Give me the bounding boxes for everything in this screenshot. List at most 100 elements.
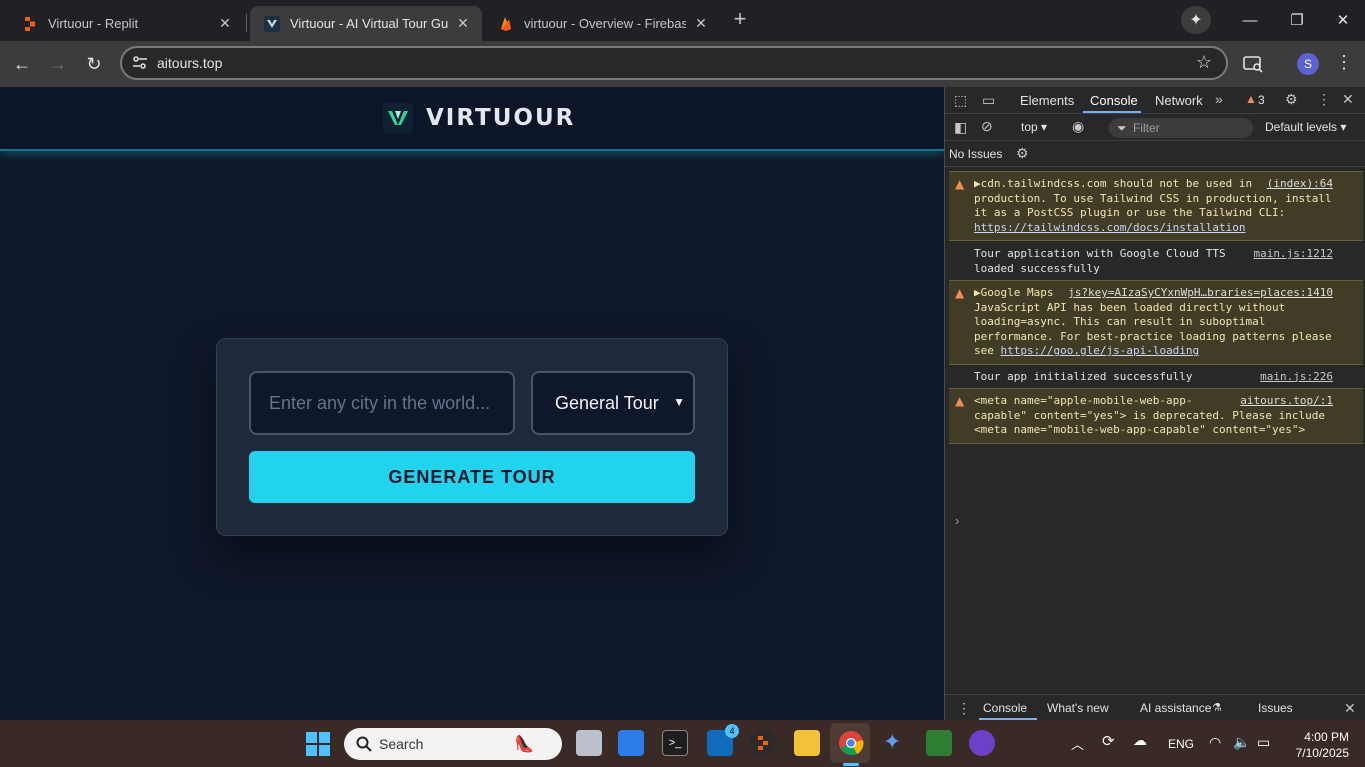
inspect-element-icon[interactable]: ⬚ [954, 92, 967, 109]
message-source-link[interactable]: main.js:226 [1260, 370, 1333, 385]
chrome-active-indicator [843, 763, 859, 766]
show-hidden-icons-chevron[interactable]: ︿ [1071, 734, 1084, 753]
replit-app-icon[interactable] [750, 730, 776, 756]
console-log-message[interactable]: main.js:226 Tour app initialized success… [949, 365, 1363, 389]
close-tab-icon[interactable]: ✕ [692, 15, 710, 33]
tab-replit[interactable]: Virtuour - Replit ✕ [8, 6, 244, 41]
devtools-menu-icon[interactable]: ⋮ [1317, 91, 1331, 108]
warning-triangle-icon: ▲ [955, 177, 965, 191]
profile-avatar[interactable]: S [1297, 53, 1319, 75]
tab-search-icon[interactable] [1242, 53, 1264, 75]
filter-placeholder: Filter [1133, 121, 1160, 135]
mail-app-icon[interactable]: 4 [707, 724, 739, 756]
console-warning-message[interactable]: ▲ aitours.top/:1 <meta name="apple-mobil… [949, 388, 1363, 444]
restore-icon[interactable]: ❐ [1282, 8, 1312, 32]
tab-separator [246, 14, 247, 32]
close-devtools-icon[interactable]: ✕ [1342, 91, 1354, 108]
clear-console-icon[interactable]: ⊘ [981, 118, 993, 135]
generate-tour-button[interactable]: GENERATE TOUR [249, 451, 695, 503]
drawer-tab-issues[interactable]: Issues [1258, 701, 1293, 715]
city-input[interactable] [249, 371, 515, 435]
console-filter-input[interactable]: ⏷ Filter [1109, 118, 1253, 138]
drawer-menu-icon[interactable]: ⋮ [957, 700, 971, 717]
web-page: VIRTUOUR General Tour ▼ GENERATE TOUR [0, 87, 944, 720]
battery-icon[interactable]: ▭ [1257, 734, 1270, 751]
warning-triangle-icon: ▲ [955, 286, 965, 300]
gemini-icon[interactable]: ✦ [883, 729, 901, 755]
clock-time: 4:00 PM [1304, 730, 1349, 744]
message-source-link[interactable]: (index):64 [1267, 177, 1333, 192]
message-link[interactable]: https://tailwindcss.com/docs/installatio… [974, 221, 1246, 234]
taskbar-clock[interactable]: 4:00 PM 7/10/2025 [1285, 729, 1349, 761]
close-window-icon[interactable]: ✕ [1328, 8, 1358, 32]
expand-arrow-icon[interactable]: ▶ [974, 177, 981, 190]
issues-bar: No Issues ⚙ [945, 141, 1365, 167]
file-explorer-icon[interactable] [794, 730, 820, 756]
reload-icon[interactable]: ↻ [82, 52, 106, 76]
message-source-link[interactable]: main.js:1212 [1254, 247, 1333, 262]
console-prompt-chevron-icon[interactable]: › [955, 513, 959, 528]
task-view-icon[interactable] [576, 730, 602, 756]
back-arrow-icon[interactable]: ← [10, 52, 34, 76]
github-desktop-icon[interactable] [969, 730, 995, 756]
firebase-icon [501, 16, 511, 31]
gemini-spark-icon[interactable]: ✦ [1181, 6, 1211, 34]
taskbar-search-box[interactable]: Search 👠 [344, 728, 562, 760]
tour-type-value: General Tour [555, 392, 659, 413]
console-settings-gear-icon[interactable]: ⚙ [1016, 145, 1029, 162]
expand-arrow-icon[interactable]: ▶ [974, 286, 981, 299]
message-source-link[interactable]: aitours.top/:1 [1240, 394, 1333, 409]
tab-console[interactable]: Console [1090, 93, 1138, 108]
sync-icon[interactable]: ⟳ [1102, 732, 1115, 750]
warning-count[interactable]: 3 [1258, 93, 1265, 107]
sidebar-toggle-icon[interactable]: ◧ [954, 119, 967, 136]
tab-elements[interactable]: Elements [1020, 93, 1074, 108]
more-tabs-icon[interactable]: » [1215, 91, 1223, 107]
forward-arrow-icon[interactable]: → [46, 52, 70, 76]
close-tab-icon[interactable]: ✕ [216, 15, 234, 33]
close-drawer-icon[interactable]: ✕ [1344, 700, 1356, 717]
drawer-tab-console[interactable]: Console [983, 701, 1027, 715]
message-source-link[interactable]: js?key=AIzaSyCYxnWpH…braries=places:1410 [1068, 286, 1333, 301]
drawer-tab-whats-new[interactable]: What's new [1047, 701, 1109, 715]
log-levels-select[interactable]: Default levels ▾ [1265, 120, 1346, 134]
close-tab-icon[interactable]: ✕ [454, 15, 472, 33]
live-expression-eye-icon[interactable]: ◉ [1072, 118, 1084, 135]
tab-network[interactable]: Network [1155, 93, 1203, 108]
site-header: VIRTUOUR [0, 87, 944, 151]
windows-taskbar: Search 👠 >_ 4 ✦ ︿ ⟳ ☁ ENG ◠ 🔈 ▭ 4:00 PM … [0, 720, 1365, 767]
context-select[interactable]: top ▾ [1021, 120, 1047, 134]
minimize-icon[interactable]: — [1235, 8, 1265, 32]
warning-icon: ▲ [1245, 92, 1257, 106]
console-log-message[interactable]: main.js:1212 Tour application with Googl… [949, 241, 1363, 280]
tour-type-select[interactable]: General Tour ▼ [531, 371, 695, 435]
wifi-icon[interactable]: ◠ [1209, 734, 1221, 751]
message-text: Tour app initialized successfully [974, 369, 1193, 383]
stocks-widget-icon[interactable] [618, 730, 644, 756]
message-link[interactable]: https://goo.gle/js-api-loading [1001, 344, 1200, 357]
site-settings-icon[interactable] [132, 55, 148, 71]
language-indicator[interactable]: ENG [1168, 737, 1194, 751]
chrome-icon[interactable] [838, 730, 864, 756]
brand[interactable]: VIRTUOUR [383, 103, 575, 133]
tab-firebase[interactable]: virtuour - Overview - Firebase c ✕ [484, 6, 720, 41]
settings-gear-icon[interactable]: ⚙ [1285, 91, 1298, 108]
onedrive-icon[interactable]: ☁ [1133, 732, 1147, 749]
address-bar[interactable]: aitours.top ☆ [120, 46, 1228, 80]
devtools-tab-bar: ⬚ ▭ Elements Console Network » ▲ 3 ⚙ ⋮ ✕ [945, 87, 1365, 114]
bookmark-star-icon[interactable]: ☆ [1196, 52, 1212, 73]
volume-icon[interactable]: 🔈 [1233, 734, 1250, 751]
devtools-drawer-bar: ⋮ Console What's new AI assistance ⚗ Iss… [945, 694, 1365, 720]
console-warning-message[interactable]: ▲ (index):64 ▶cdn.tailwindcss.com should… [949, 171, 1363, 241]
issues-label[interactable]: No Issues [949, 147, 1002, 161]
device-toolbar-icon[interactable]: ▭ [982, 92, 995, 109]
console-warning-message[interactable]: ▲ js?key=AIzaSyCYxnWpH…braries=places:14… [949, 280, 1363, 365]
terminal-icon[interactable]: >_ [662, 730, 688, 756]
tab-virtuour[interactable]: Virtuour - AI Virtual Tour Guide ✕ [250, 6, 482, 41]
windows-start-icon[interactable] [306, 732, 330, 756]
browser-menu-icon[interactable]: ⋮ [1335, 52, 1353, 73]
spreadsheet-app-icon[interactable] [926, 730, 952, 756]
console-filter-bar: ◧ ⊘ top ▾ ◉ ⏷ Filter Default levels ▾ [945, 114, 1365, 141]
new-tab-plus-icon[interactable]: + [728, 8, 752, 32]
drawer-tab-ai-assistance[interactable]: AI assistance [1140, 701, 1211, 715]
